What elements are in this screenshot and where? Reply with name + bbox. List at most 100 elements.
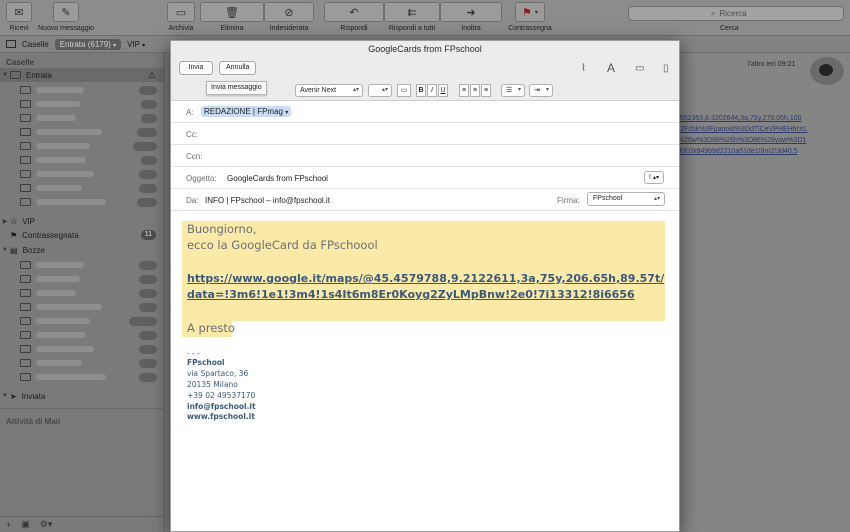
message-link-line[interactable]: cff0f:0x949b9d2210a51de1!8m2!3d40.5 bbox=[674, 148, 798, 155]
italic-button[interactable]: I bbox=[427, 84, 437, 97]
underline-button[interactable]: U bbox=[438, 84, 448, 97]
chevron-down-icon: ▴▾ bbox=[352, 87, 359, 93]
disclosure-down-icon[interactable]: ▼ bbox=[0, 72, 10, 78]
sidebar-subitem[interactable] bbox=[0, 125, 165, 139]
font-icon[interactable]: A bbox=[607, 61, 615, 75]
sidebar-subitem[interactable] bbox=[0, 167, 165, 181]
draft-icon bbox=[20, 345, 31, 353]
cancel-button[interactable]: Annulla bbox=[219, 61, 257, 75]
sidebar-item-vip[interactable]: ▶ ☆ VIP bbox=[0, 214, 165, 228]
recipient-token[interactable]: REDAZIONE | FPmag ▾ bbox=[201, 106, 292, 117]
sidebar-subitem[interactable] bbox=[0, 111, 165, 125]
body-map-link[interactable]: https://www.google.it/maps/@45.4579788,9… bbox=[187, 271, 667, 303]
align-right-button[interactable]: ≡ bbox=[481, 84, 491, 97]
list-style-select[interactable]: ☰ ▾ bbox=[501, 84, 525, 97]
gear-icon[interactable]: ⚙▾ bbox=[40, 519, 53, 530]
forward-button[interactable]: ➜ Inoltra bbox=[440, 2, 502, 32]
text-color-swatch[interactable]: ▭ bbox=[397, 84, 411, 97]
flag-button[interactable]: ⚑ ▾ Contrassegna bbox=[506, 2, 554, 32]
disclosure-right-icon[interactable]: ▶ bbox=[0, 218, 10, 225]
get-mail-button[interactable]: ✉ Ricevi bbox=[6, 2, 32, 32]
sidebar-item-bozze[interactable]: ▼ ▤ Bozze bbox=[0, 243, 165, 257]
photo-browser-icon[interactable]: ▭ bbox=[635, 63, 644, 74]
bold-button[interactable]: B bbox=[416, 84, 426, 97]
bcc-label: Ccn: bbox=[186, 152, 203, 161]
align-left-button[interactable]: ≡ bbox=[459, 84, 469, 97]
inbox-icon bbox=[10, 71, 21, 79]
message-link-line[interactable]: .5552353,8.3202644,3a,75y,270.05h,100 bbox=[674, 115, 802, 122]
disclosure-down-icon[interactable]: ▼ bbox=[0, 393, 10, 399]
body-greeting[interactable]: Buongiorno, bbox=[187, 222, 257, 236]
to-label: A: bbox=[186, 108, 194, 117]
message-link-line[interactable]: %2Fcbk%3Fpanoid%3DdTlCeVPHEHhrXL bbox=[674, 126, 807, 133]
body-closing[interactable]: A presto bbox=[187, 321, 235, 335]
sidebar-toggle-icon[interactable] bbox=[6, 40, 16, 48]
delete-button[interactable]: 🗑 Elimina bbox=[200, 2, 264, 32]
compose-title: GoogleCards from FPschool bbox=[171, 41, 679, 59]
signature-city: 20135 Milano bbox=[187, 380, 238, 389]
sidebar-subitem[interactable] bbox=[0, 342, 165, 356]
from-field[interactable]: Da: INFO | FPschool – info@fpschool.it F… bbox=[171, 189, 679, 211]
cc-field[interactable]: Cc: bbox=[171, 123, 679, 145]
signature-select[interactable]: FPschool ▴▾ bbox=[587, 192, 665, 206]
stationery-icon[interactable]: ▯ bbox=[663, 63, 669, 74]
sidebar-subitem[interactable] bbox=[0, 370, 165, 384]
new-message-button[interactable]: ✎ Nuovo messaggio bbox=[38, 2, 94, 32]
send-tooltip: Invia messaggio bbox=[206, 81, 267, 95]
to-field[interactable]: A: REDAZIONE | FPmag ▾ bbox=[171, 101, 679, 123]
disclosure-down-icon[interactable]: ▼ bbox=[0, 247, 10, 253]
sidebar-subitem[interactable] bbox=[0, 181, 165, 195]
from-value[interactable]: INFO | FPschool – info@fpschool.it bbox=[205, 196, 330, 205]
message-link-line[interactable]: 2%26w%3D86%26h%3D86%26yaw%3D1 bbox=[674, 137, 806, 144]
sidebar-subitem[interactable] bbox=[0, 258, 165, 272]
align-center-button[interactable]: ≡ bbox=[470, 84, 480, 97]
favorite-caselle[interactable]: Caselle bbox=[22, 40, 49, 49]
chevron-down-icon: ▾ bbox=[285, 110, 289, 116]
sidebar-item-entrata[interactable]: ▼ Entrata ⚠ bbox=[0, 68, 165, 82]
sidebar-subitem[interactable] bbox=[0, 356, 165, 370]
sidebar-subitem[interactable] bbox=[0, 195, 165, 209]
search-input[interactable]: ⌕ Ricerca bbox=[628, 6, 844, 21]
main-toolbar: ✉ Ricevi ✎ Nuovo messaggio ▭ Archivia 🗑 … bbox=[0, 0, 850, 36]
sidebar-subitem[interactable] bbox=[0, 139, 165, 153]
search-icon: ⌕ bbox=[711, 8, 716, 18]
favorite-vip[interactable]: VIP ▾ bbox=[127, 40, 145, 49]
sidebar-subitem[interactable] bbox=[0, 272, 165, 286]
draft-icon bbox=[20, 303, 31, 311]
flag-icon: ⚑ ▾ bbox=[515, 2, 545, 22]
inbox-icon bbox=[20, 156, 31, 164]
sidebar-subitem[interactable] bbox=[0, 83, 165, 97]
cc-label: Cc: bbox=[186, 130, 198, 139]
star-icon: ☆ bbox=[10, 215, 19, 226]
sidebar-subitem[interactable] bbox=[0, 300, 165, 314]
favorite-entrata[interactable]: Entrata (6179) ▾ bbox=[54, 38, 122, 50]
sidebar-subitem[interactable] bbox=[0, 328, 165, 342]
chevron-down-icon: ▾ bbox=[545, 87, 549, 93]
subject-value[interactable]: GoogleCards from FPschool bbox=[227, 174, 328, 183]
sidebar-item-contrassegnata[interactable]: ⚑ Contrassegnata 11 bbox=[0, 228, 165, 242]
indent-select[interactable]: ⇥ ▾ bbox=[529, 84, 553, 97]
sidebar-item-inviata[interactable]: ▼ ➤ Inviata bbox=[0, 389, 165, 403]
font-size-select[interactable]: ▴▾ bbox=[368, 84, 392, 97]
send-button[interactable]: Invia bbox=[179, 61, 213, 75]
priority-select[interactable]: ! ▴▾ bbox=[644, 171, 664, 184]
show-hide-icon[interactable]: ▣ bbox=[21, 519, 30, 530]
font-family-select[interactable]: Avenir Next ▴▾ bbox=[295, 84, 363, 97]
sidebar-subitem[interactable] bbox=[0, 286, 165, 300]
sidebar-subitem[interactable] bbox=[0, 153, 165, 167]
bcc-field[interactable]: Ccn: bbox=[171, 145, 679, 167]
reply-button[interactable]: ↶ Rispondi bbox=[324, 2, 384, 32]
message-viewer-background: l'altro ieri 09:21 .5552353,8.3202644,3a… bbox=[674, 53, 850, 532]
archive-button[interactable]: ▭ Archivia bbox=[167, 2, 195, 32]
junk-icon: ⊘ bbox=[264, 2, 314, 22]
junk-button[interactable]: ⊘ Indesiderata bbox=[264, 2, 314, 32]
sidebar-subitem[interactable] bbox=[0, 314, 165, 328]
sidebar-subitem[interactable] bbox=[0, 97, 165, 111]
signature-website[interactable]: www.fpschool.it bbox=[187, 412, 255, 423]
add-mailbox-icon[interactable]: + bbox=[6, 520, 11, 530]
paperclip-icon[interactable]: ⌇ bbox=[581, 63, 586, 74]
body-intro[interactable]: ecco la GoogleCard da FPschoool bbox=[187, 238, 378, 252]
subject-field[interactable]: Oggetto: GoogleCards from FPschool ! ▴▾ bbox=[171, 167, 679, 189]
mail-activity-heading: Attività di Mail bbox=[6, 417, 61, 426]
reply-all-button[interactable]: ⇇ Rispondi a tutti bbox=[384, 2, 440, 32]
